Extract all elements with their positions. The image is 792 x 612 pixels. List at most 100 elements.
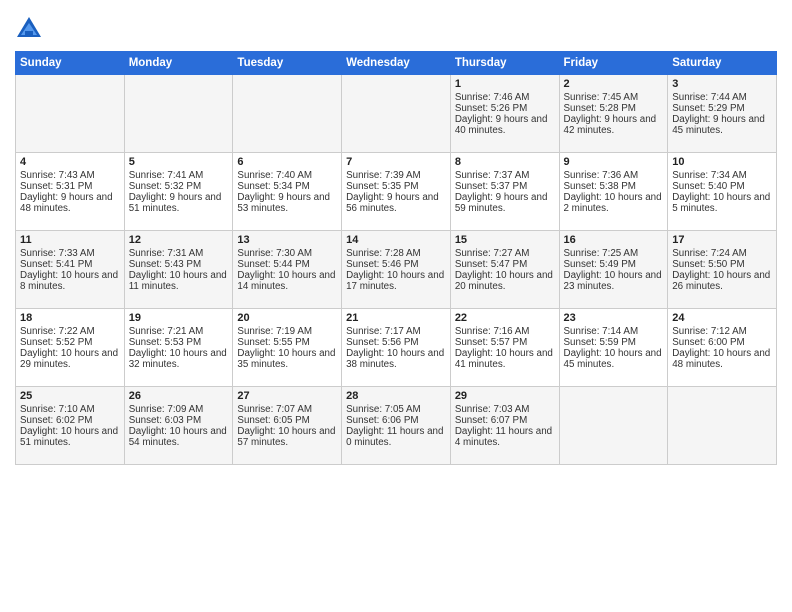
sunset-text: Sunset: 5:49 PM (564, 259, 636, 270)
weekday-header: Sunday (16, 52, 125, 75)
sunrise-text: Sunrise: 7:41 AM (129, 170, 204, 181)
daylight-text: Daylight: 10 hours and 48 minutes. (672, 348, 770, 370)
day-number: 20 (237, 312, 337, 324)
daylight-text: Daylight: 10 hours and 35 minutes. (237, 348, 335, 370)
calendar-cell: 27 Sunrise: 7:07 AMSunset: 6:05 PMDayligh… (233, 387, 342, 465)
calendar-cell: 9Sunrise: 7:36 AMSunset: 5:38 PMDaylight… (559, 153, 668, 231)
sunrise-text: Sunrise: 7:25 AM (564, 248, 639, 259)
logo (15, 15, 47, 43)
calendar-cell: 21Sunrise: 7:17 AMSunset: 5:56 PMDayligh… (342, 309, 451, 387)
sunrise-text: Sunrise: 7:09 AM (129, 404, 204, 415)
calendar-cell: 5 Sunrise: 7:41 AMSunset: 5:32 PMDaylight… (124, 153, 233, 231)
sunset-text: Sunset: 6:05 PM (237, 415, 309, 426)
day-number: 18 (20, 312, 120, 324)
day-number: 6 (237, 156, 337, 168)
header (15, 10, 777, 43)
day-number: 19 (129, 312, 229, 324)
sunrise-text: Sunrise: 7:44 AM (672, 92, 747, 103)
calendar-cell: 1Sunrise: 7:46 AMSunset: 5:26 PMDaylight… (450, 75, 559, 153)
day-number: 22 (455, 312, 555, 324)
day-number: 1 (455, 78, 555, 90)
calendar-cell: 8 Sunrise: 7:37 AMSunset: 5:37 PMDaylight… (450, 153, 559, 231)
sunset-text: Sunset: 5:44 PM (237, 259, 309, 270)
calendar-cell: 18Sunrise: 7:22 AMSunset: 5:52 PMDayligh… (16, 309, 125, 387)
sunset-text: Sunset: 5:35 PM (346, 181, 418, 192)
daylight-text: Daylight: 11 hours and 4 minutes. (455, 426, 552, 448)
calendar-table: SundayMondayTuesdayWednesdayThursdayFrid… (15, 51, 777, 465)
day-number: 5 (129, 156, 229, 168)
calendar-cell: 10Sunrise: 7:34 AMSunset: 5:40 PMDayligh… (668, 153, 777, 231)
sunset-text: Sunset: 5:37 PM (455, 181, 527, 192)
weekday-header: Tuesday (233, 52, 342, 75)
calendar-week-row: 18Sunrise: 7:22 AMSunset: 5:52 PMDayligh… (16, 309, 777, 387)
calendar-cell: 22Sunrise: 7:16 AMSunset: 5:57 PMDayligh… (450, 309, 559, 387)
sunrise-text: Sunrise: 7:37 AM (455, 170, 530, 181)
day-number: 11 (20, 234, 120, 246)
calendar-cell (668, 387, 777, 465)
day-number: 27 (237, 390, 337, 402)
calendar-header-row: SundayMondayTuesdayWednesdayThursdayFrid… (16, 52, 777, 75)
calendar-cell (342, 75, 451, 153)
daylight-text: Daylight: 9 hours and 42 minutes. (564, 114, 657, 136)
sunset-text: Sunset: 5:43 PM (129, 259, 201, 270)
daylight-text: Daylight: 10 hours and 57 minutes. (237, 426, 335, 448)
day-number: 29 (455, 390, 555, 402)
calendar-cell: 16Sunrise: 7:25 AMSunset: 5:49 PMDayligh… (559, 231, 668, 309)
daylight-text: Daylight: 10 hours and 29 minutes. (20, 348, 118, 370)
sunset-text: Sunset: 5:29 PM (672, 103, 744, 114)
weekday-header: Monday (124, 52, 233, 75)
day-number: 24 (672, 312, 772, 324)
daylight-text: Daylight: 10 hours and 8 minutes. (20, 270, 118, 292)
daylight-text: Daylight: 10 hours and 11 minutes. (129, 270, 227, 292)
calendar-cell: 24Sunrise: 7:12 AMSunset: 6:00 PMDayligh… (668, 309, 777, 387)
calendar-week-row: 1Sunrise: 7:46 AMSunset: 5:26 PMDaylight… (16, 75, 777, 153)
daylight-text: Daylight: 10 hours and 32 minutes. (129, 348, 227, 370)
sunrise-text: Sunrise: 7:07 AM (237, 404, 312, 415)
sunrise-text: Sunrise: 7:22 AM (20, 326, 95, 337)
sunset-text: Sunset: 5:28 PM (564, 103, 636, 114)
daylight-text: Daylight: 10 hours and 23 minutes. (564, 270, 662, 292)
day-number: 2 (564, 78, 664, 90)
daylight-text: Daylight: 10 hours and 51 minutes. (20, 426, 118, 448)
daylight-text: Daylight: 9 hours and 45 minutes. (672, 114, 765, 136)
sunrise-text: Sunrise: 7:27 AM (455, 248, 530, 259)
sunrise-text: Sunrise: 7:40 AM (237, 170, 312, 181)
sunrise-text: Sunrise: 7:30 AM (237, 248, 312, 259)
calendar-cell: 25Sunrise: 7:10 AMSunset: 6:02 PMDayligh… (16, 387, 125, 465)
daylight-text: Daylight: 9 hours and 59 minutes. (455, 192, 548, 214)
calendar-cell: 2 Sunrise: 7:45 AMSunset: 5:28 PMDaylight… (559, 75, 668, 153)
daylight-text: Daylight: 10 hours and 45 minutes. (564, 348, 662, 370)
sunset-text: Sunset: 6:07 PM (455, 415, 527, 426)
day-number: 3 (672, 78, 772, 90)
sunrise-text: Sunrise: 7:43 AM (20, 170, 95, 181)
sunrise-text: Sunrise: 7:45 AM (564, 92, 639, 103)
calendar-cell: 26Sunrise: 7:09 AMSunset: 6:03 PMDayligh… (124, 387, 233, 465)
sunset-text: Sunset: 5:55 PM (237, 337, 309, 348)
weekday-header: Saturday (668, 52, 777, 75)
daylight-text: Daylight: 10 hours and 20 minutes. (455, 270, 553, 292)
day-number: 17 (672, 234, 772, 246)
daylight-text: Daylight: 11 hours and 0 minutes. (346, 426, 443, 448)
daylight-text: Daylight: 10 hours and 2 minutes. (564, 192, 662, 214)
sunrise-text: Sunrise: 7:36 AM (564, 170, 639, 181)
sunset-text: Sunset: 5:34 PM (237, 181, 309, 192)
calendar-cell (16, 75, 125, 153)
daylight-text: Daylight: 9 hours and 56 minutes. (346, 192, 439, 214)
daylight-text: Daylight: 9 hours and 51 minutes. (129, 192, 222, 214)
calendar-cell (233, 75, 342, 153)
sunset-text: Sunset: 5:50 PM (672, 259, 744, 270)
sunset-text: Sunset: 5:32 PM (129, 181, 201, 192)
calendar-cell: 13Sunrise: 7:30 AMSunset: 5:44 PMDayligh… (233, 231, 342, 309)
daylight-text: Daylight: 10 hours and 26 minutes. (672, 270, 770, 292)
logo-icon (15, 15, 43, 43)
sunrise-text: Sunrise: 7:03 AM (455, 404, 530, 415)
calendar-cell: 28Sunrise: 7:05 AMSunset: 6:06 PMDayligh… (342, 387, 451, 465)
day-number: 8 (455, 156, 555, 168)
calendar-body: 1Sunrise: 7:46 AMSunset: 5:26 PMDaylight… (16, 75, 777, 465)
calendar-cell: 29 Sunrise: 7:03 AMSunset: 6:07 PMDayligh… (450, 387, 559, 465)
sunrise-text: Sunrise: 7:12 AM (672, 326, 747, 337)
sunset-text: Sunset: 5:56 PM (346, 337, 418, 348)
sunset-text: Sunset: 5:40 PM (672, 181, 744, 192)
day-number: 7 (346, 156, 446, 168)
sunset-text: Sunset: 5:38 PM (564, 181, 636, 192)
